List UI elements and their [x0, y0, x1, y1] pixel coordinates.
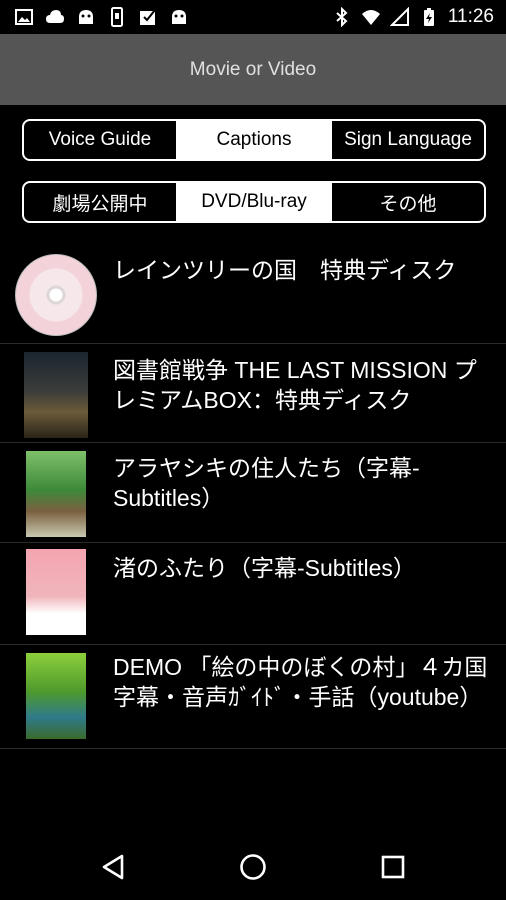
- phone-icon: [107, 7, 127, 27]
- wifi-icon: [361, 7, 381, 27]
- tab-in-theaters[interactable]: 劇場公開中: [24, 183, 178, 221]
- notification-icons: [14, 7, 189, 27]
- title-list: レインツリーの国 特典ディスク 図書館戦争 THE LAST MISSION プ…: [0, 241, 506, 749]
- battery-charging-icon: [419, 7, 439, 27]
- mode-tabs: Voice Guide Captions Sign Language: [22, 119, 486, 161]
- recent-apps-icon[interactable]: [376, 850, 410, 884]
- android-icon: [169, 7, 189, 27]
- back-icon[interactable]: [96, 850, 130, 884]
- tab-other[interactable]: その他: [332, 183, 484, 221]
- page-title: Movie or Video: [189, 58, 317, 80]
- disc-thumbnail: [15, 254, 97, 336]
- tab-captions[interactable]: Captions: [178, 121, 332, 159]
- cover-thumbnail: [26, 451, 86, 537]
- system-icons: 11:26: [332, 6, 494, 28]
- cover-thumbnail: [24, 352, 88, 438]
- list-item[interactable]: アラヤシキの住人たち（字幕-Subtitles）: [0, 443, 506, 543]
- list-item[interactable]: 渚のふたり（字幕-Subtitles）: [0, 543, 506, 645]
- category-tabs: 劇場公開中 DVD/Blu-ray その他: [22, 181, 486, 223]
- cover-thumbnail: [26, 549, 86, 635]
- cloud-icon: [45, 7, 65, 27]
- tab-voice-guide[interactable]: Voice Guide: [24, 121, 178, 159]
- item-title: 図書館戦争 THE LAST MISSION プレミアムBOX：特典ディスク: [113, 357, 477, 413]
- android-icon: [76, 7, 96, 27]
- list-item[interactable]: DEMO 「絵の中のぼくの村」４カ国字幕・音声ｶﾞｲﾄﾞ・手話（youtube）: [0, 645, 506, 749]
- cover-thumbnail: [26, 653, 86, 739]
- navigation-bar: [0, 832, 506, 900]
- home-icon[interactable]: [236, 850, 270, 884]
- item-title: アラヤシキの住人たち（字幕-Subtitles）: [113, 455, 420, 511]
- list-item[interactable]: レインツリーの国 特典ディスク: [0, 241, 506, 344]
- checkbox-image-icon: [138, 7, 158, 27]
- tab-dvd-bluray[interactable]: DVD/Blu-ray: [178, 183, 332, 221]
- status-bar: 11:26: [0, 0, 506, 34]
- tab-sign-language[interactable]: Sign Language: [332, 121, 484, 159]
- status-time: 11:26: [447, 6, 494, 27]
- bluetooth-icon: [332, 7, 352, 27]
- list-item[interactable]: 図書館戦争 THE LAST MISSION プレミアムBOX：特典ディスク: [0, 344, 506, 443]
- signal-icon: [389, 7, 410, 27]
- image-icon: [14, 7, 34, 27]
- item-title: レインツリーの国 特典ディスク: [113, 257, 457, 283]
- item-title: DEMO 「絵の中のぼくの村」４カ国字幕・音声ｶﾞｲﾄﾞ・手話（youtube）: [113, 654, 488, 710]
- action-bar: Movie or Video: [0, 34, 506, 105]
- item-title: 渚のふたり（字幕-Subtitles）: [113, 555, 416, 581]
